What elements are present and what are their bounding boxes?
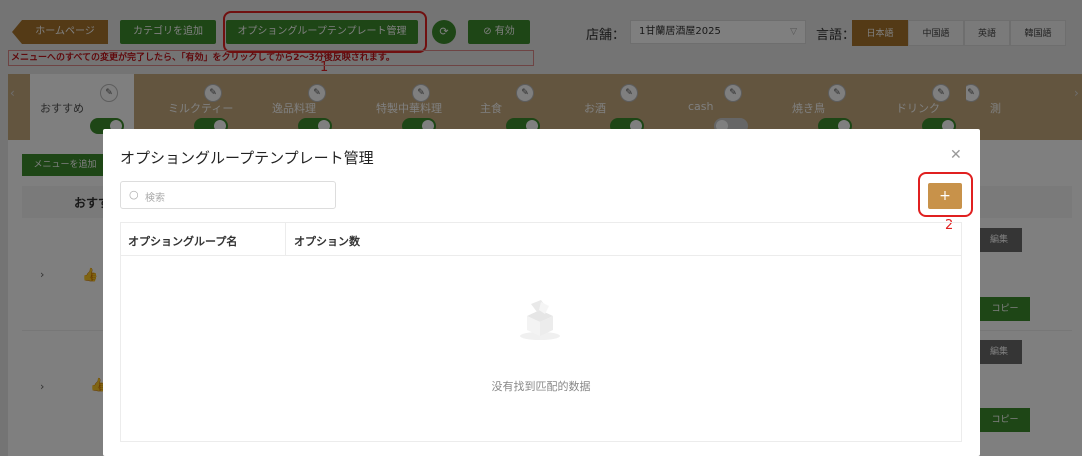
empty-state-text: 没有找到匹配的数据 bbox=[491, 380, 591, 393]
annotation-highlight-2 bbox=[918, 172, 973, 217]
modal-title: オプショングループテンプレート管理 bbox=[120, 149, 374, 167]
empty-box-icon bbox=[520, 300, 560, 340]
column-divider bbox=[285, 222, 286, 256]
column-header-group-name: オプショングループ名 bbox=[128, 235, 238, 248]
search-placeholder: 検索 bbox=[145, 193, 165, 204]
column-header-option-count: オプション数 bbox=[294, 235, 360, 248]
template-table-header bbox=[120, 222, 962, 256]
search-input[interactable]: ○ 検索 bbox=[120, 181, 336, 209]
search-icon: ○ bbox=[129, 188, 139, 201]
close-icon[interactable]: ✕ bbox=[950, 147, 962, 163]
